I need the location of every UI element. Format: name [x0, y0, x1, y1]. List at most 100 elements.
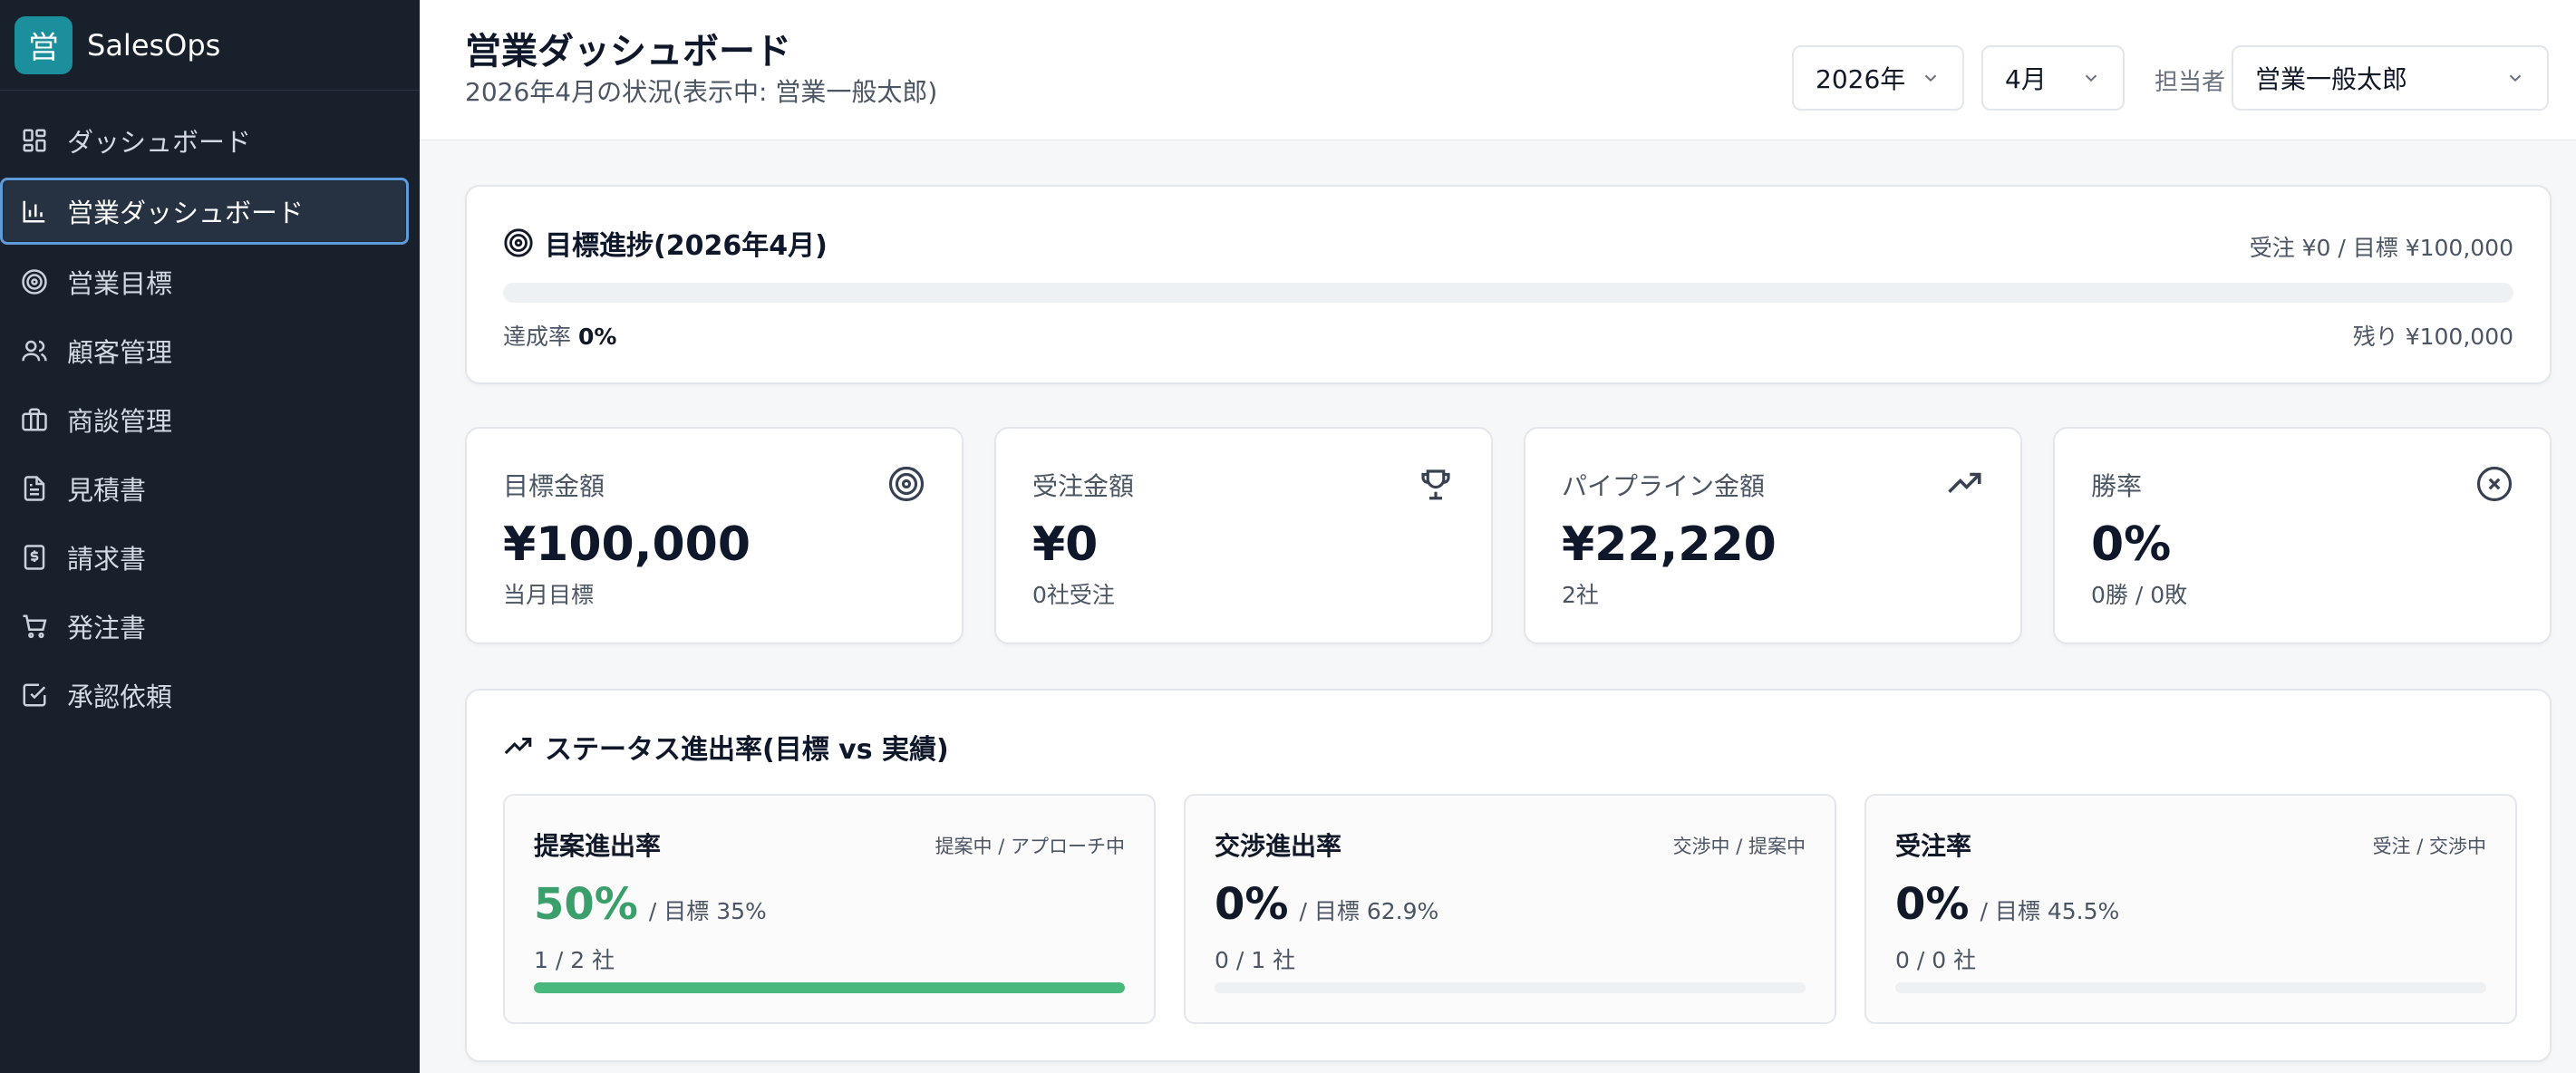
invoice-icon	[20, 543, 49, 572]
trending-up-icon	[1948, 472, 1981, 493]
status-card-target: / 目標 35%	[648, 898, 767, 924]
target-icon	[504, 228, 533, 257]
goal-summary: 受注 ¥0 / 目標 ¥100,000	[2249, 235, 2513, 261]
kpi-card-win-rate: 勝率 0% 0勝 / 0敗	[2053, 427, 2552, 644]
status-progress-title-text: ステータス進出率(目標 vs 実績)	[545, 734, 949, 766]
sidebar: 営 SalesOps ダッシュボード 営業ダッシュボード 営業目標 顧客管理 商…	[0, 0, 420, 1073]
brand-name: SalesOps	[87, 27, 221, 63]
target-icon	[20, 267, 49, 296]
goal-progress-bar	[503, 283, 2513, 303]
page-title: 営業ダッシュボード	[465, 31, 791, 72]
users-icon	[20, 336, 49, 365]
status-card-value: 50%	[534, 879, 638, 930]
status-card-progress-bar	[1215, 982, 1806, 993]
status-card-value-row: 0% / 目標 62.9%	[1215, 879, 1438, 930]
kpi-sub: 0勝 / 0敗	[2091, 582, 2188, 608]
kpi-card-pipeline-amount: パイプライン金額 ¥22,220 2社	[1524, 427, 2022, 644]
kpi-card-target-amount: 目標金額 ¥100,000 当月目標	[465, 427, 964, 644]
month-select-value: 4月	[2005, 64, 2047, 94]
status-card-proposal: 提案進出率 提案中 / アプローチ中 50% / 目標 35% 1 / 2 社	[503, 794, 1156, 1024]
status-card-value-row: 50% / 目標 35%	[534, 879, 767, 930]
brand-logo: 営	[15, 15, 73, 74]
kpi-sub: 2社	[1562, 582, 1599, 608]
page-header: 営業ダッシュボード 2026年4月の状況(表示中: 営業一般太郎) 2026年 …	[420, 0, 2576, 140]
sidebar-item-invoices[interactable]: 請求書	[0, 524, 409, 591]
sidebar-item-label: 見積書	[67, 475, 147, 506]
sidebar-item-customers[interactable]: 顧客管理	[0, 317, 409, 384]
kpi-sub: 当月目標	[503, 582, 595, 608]
status-card-value-row: 0% / 目標 45.5%	[1895, 879, 2119, 930]
status-card-won-rate: 受注率 受注 / 交渉中 0% / 目標 45.5% 0 / 0 社	[1864, 794, 2517, 1024]
year-select[interactable]: 2026年	[1792, 45, 1964, 111]
sidebar-nav: ダッシュボード 営業ダッシュボード 営業目標 顧客管理 商談管理 見積書 請求書…	[0, 91, 420, 729]
goal-rate-label: 達成率	[503, 324, 572, 350]
status-card-target: / 目標 62.9%	[1299, 898, 1439, 924]
status-card-name: 提案進出率	[534, 831, 662, 861]
sidebar-item-sales-dashboard[interactable]: 営業ダッシュボード	[0, 178, 409, 245]
sidebar-item-label: 営業目標	[67, 268, 173, 299]
sidebar-item-dashboard[interactable]: ダッシュボード	[0, 107, 409, 174]
status-card-formula: 提案中 / アプローチ中	[935, 836, 1125, 857]
kpi-label: 目標金額	[503, 471, 605, 501]
status-card-value: 0%	[1895, 879, 1970, 930]
year-select-value: 2026年	[1816, 64, 1906, 94]
goal-rate-value: 0%	[577, 324, 617, 350]
briefcase-icon	[20, 405, 49, 434]
trophy-icon	[1421, 469, 1450, 500]
sidebar-item-label: 請求書	[67, 544, 147, 575]
status-card-count: 0 / 1 社	[1215, 947, 1296, 973]
goal-progress-title: 目標進捗(2026年4月)	[503, 223, 828, 263]
status-card-value: 0%	[1215, 879, 1289, 930]
status-card-name: 交渉進出率	[1215, 831, 1342, 861]
dashboard-grid-icon	[20, 126, 49, 155]
status-progress-title: ステータス進出率(目標 vs 実績)	[503, 727, 949, 767]
sidebar-item-label: 商談管理	[67, 406, 173, 437]
status-card-progress-fill	[534, 982, 1125, 993]
trending-up-icon	[504, 737, 532, 755]
page-subtitle: 2026年4月の状況(表示中: 営業一般太郎)	[465, 77, 938, 107]
sidebar-item-purchase-orders[interactable]: 発注書	[0, 593, 409, 660]
kpi-sub: 0社受注	[1032, 582, 1115, 608]
kpi-label: パイプライン金額	[1562, 471, 1766, 501]
sidebar-item-deals[interactable]: 商談管理	[0, 386, 409, 453]
status-card-progress-bar	[534, 982, 1125, 993]
owner-select[interactable]: 営業一般太郎	[2232, 45, 2549, 111]
sidebar-item-quotes[interactable]: 見積書	[0, 455, 409, 522]
status-card-progress-bar	[1895, 982, 2486, 993]
document-icon	[20, 474, 49, 503]
status-card-target: / 目標 45.5%	[1980, 898, 2120, 924]
kpi-value: ¥100,000	[503, 517, 751, 572]
chevron-down-icon	[2509, 74, 2522, 82]
sidebar-item-label: ダッシュボード	[67, 127, 252, 158]
month-select[interactable]: 4月	[1981, 45, 2125, 111]
goal-progress-card: 目標進捗(2026年4月) 受注 ¥0 / 目標 ¥100,000 達成率 0%…	[465, 185, 2552, 384]
kpi-label: 受注金額	[1032, 471, 1135, 501]
target-icon	[888, 466, 925, 502]
owner-select-value: 営業一般太郎	[2255, 64, 2408, 94]
sidebar-item-label: 営業ダッシュボード	[67, 198, 305, 228]
status-card-count: 0 / 0 社	[1895, 947, 1977, 973]
owner-label: 担当者	[2155, 69, 2226, 96]
sidebar-item-sales-goals[interactable]: 営業目標	[0, 248, 409, 315]
goal-rate: 達成率 0%	[503, 319, 616, 352]
sidebar-item-label: 顧客管理	[67, 337, 173, 368]
sidebar-item-approvals[interactable]: 承認依頼	[0, 662, 409, 729]
kpi-label: 勝率	[2091, 471, 2143, 501]
brand: 営 SalesOps	[0, 0, 420, 91]
status-card-formula: 交渉中 / 提案中	[1672, 836, 1806, 857]
chevron-down-icon	[1924, 74, 1937, 82]
kpi-value: ¥22,220	[1562, 517, 1777, 572]
kpi-value: 0%	[2091, 517, 2172, 572]
status-card-formula: 受注 / 交渉中	[2372, 836, 2486, 857]
goal-remaining: 残り ¥100,000	[2352, 324, 2513, 350]
chevron-down-icon	[2085, 74, 2097, 82]
goal-progress-title-text: 目標進捗(2026年4月)	[545, 230, 828, 262]
sidebar-item-label: 承認依頼	[67, 682, 173, 712]
bar-chart-icon	[20, 197, 49, 226]
cart-icon	[20, 612, 49, 641]
x-circle-icon	[2476, 466, 2513, 502]
check-square-icon	[20, 681, 49, 710]
status-card-negotiation: 交渉進出率 交渉中 / 提案中 0% / 目標 62.9% 0 / 1 社	[1184, 794, 1836, 1024]
status-card-name: 受注率	[1895, 831, 1972, 861]
status-card-count: 1 / 2 社	[534, 947, 615, 973]
